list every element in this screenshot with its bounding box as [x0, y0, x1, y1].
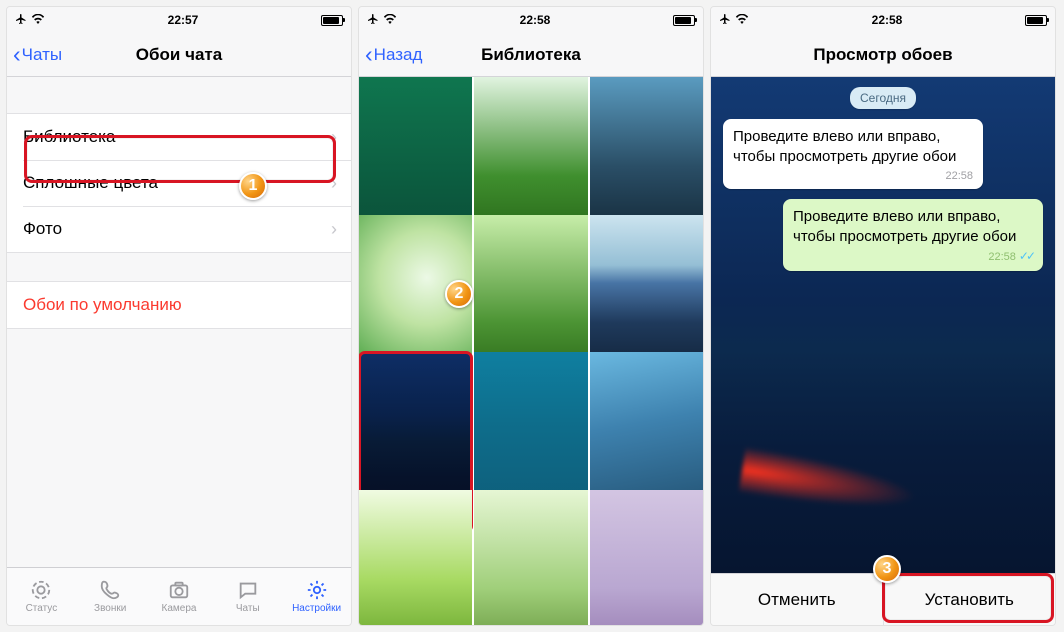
set-button[interactable]: Установить [883, 574, 1056, 625]
wallpaper-thumb[interactable] [474, 490, 587, 626]
message-time: 22:58 [733, 169, 973, 183]
camera-icon [167, 579, 191, 601]
callout-badge-1: 1 [239, 172, 267, 200]
nav-bar: ‹ Чаты Обои чата [7, 33, 351, 77]
battery-icon [1025, 15, 1047, 26]
chevron-right-icon: › [331, 127, 337, 148]
wifi-icon [31, 13, 45, 27]
tab-camera[interactable]: Камера [145, 568, 214, 625]
gear-icon [305, 579, 329, 601]
back-label: Чаты [22, 45, 62, 65]
chevron-right-icon: › [331, 219, 337, 240]
tab-label: Чаты [236, 603, 260, 614]
read-ticks-icon: ✓✓ [1019, 249, 1033, 263]
status-time: 22:57 [168, 13, 199, 27]
reset-default-wallpaper[interactable]: Обои по умолчанию [7, 282, 351, 328]
chat-preview[interactable]: Сегодня Проведите влево или вправо, чтоб… [711, 77, 1055, 573]
reset-label: Обои по умолчанию [23, 295, 182, 315]
wallpaper-thumb[interactable] [359, 490, 472, 626]
battery-icon [321, 15, 343, 26]
airplane-icon [719, 13, 731, 28]
tab-bar: Статус Звонки Камера Чаты Настройки [7, 567, 351, 625]
tab-chats[interactable]: Чаты [213, 568, 282, 625]
tab-label: Статус [26, 603, 58, 614]
tab-settings[interactable]: Настройки [282, 568, 351, 625]
wifi-icon [383, 13, 397, 27]
chat-icon [236, 579, 260, 601]
cancel-button[interactable]: Отменить [711, 574, 883, 625]
screen-wallpaper-library: 22:58 ‹ Назад Библиотека 2 [358, 6, 704, 626]
nav-bar: Просмотр обоев [711, 33, 1055, 77]
message-text: Проведите влево или вправо, чтобы просмо… [793, 207, 1033, 246]
chevron-right-icon: › [331, 173, 337, 194]
battery-icon [673, 15, 695, 26]
chevron-left-icon: ‹ [365, 43, 373, 66]
wallpaper-grid[interactable] [359, 77, 703, 625]
incoming-message: Проведите влево или вправо, чтобы просмо… [723, 119, 983, 189]
menu-photos[interactable]: Фото › [7, 206, 351, 252]
page-title: Библиотека [481, 45, 581, 65]
callout-badge-2: 2 [445, 280, 473, 308]
date-pill: Сегодня [850, 87, 916, 109]
tab-label: Настройки [292, 603, 341, 614]
phone-icon [98, 579, 122, 601]
screen-wallpaper-settings: 22:57 ‹ Чаты Обои чата Библиотека › Спло… [6, 6, 352, 626]
tab-label: Звонки [94, 603, 126, 614]
status-bar: 22:58 [711, 7, 1055, 33]
chevron-left-icon: ‹ [13, 43, 21, 66]
tab-label: Камера [162, 603, 197, 614]
screen-wallpaper-preview: 22:58 Просмотр обоев Сегодня Проведите в… [710, 6, 1056, 626]
menu-photos-label: Фото [23, 219, 62, 239]
menu-solid-colors[interactable]: Сплошные цвета › [7, 160, 351, 206]
wallpaper-thumb[interactable] [590, 490, 703, 626]
menu-library[interactable]: Библиотека › [7, 114, 351, 160]
wallpaper-source-list: Библиотека › Сплошные цвета › Фото › [7, 113, 351, 253]
back-label: Назад [374, 45, 423, 65]
back-button[interactable]: ‹ Чаты [13, 43, 62, 66]
menu-solid-label: Сплошные цвета [23, 173, 158, 193]
message-time: 22:58✓✓ [793, 249, 1033, 265]
page-title: Просмотр обоев [813, 45, 952, 65]
wifi-icon [735, 13, 749, 27]
status-time: 22:58 [520, 13, 551, 27]
status-icon [29, 579, 53, 601]
status-bar: 22:57 [7, 7, 351, 33]
page-title: Обои чата [136, 45, 222, 65]
airplane-icon [15, 13, 27, 28]
back-button[interactable]: ‹ Назад [365, 43, 422, 66]
menu-library-label: Библиотека [23, 127, 115, 147]
reset-section: Обои по умолчанию [7, 281, 351, 329]
tab-status[interactable]: Статус [7, 568, 76, 625]
message-text: Проведите влево или вправо, чтобы просмо… [733, 127, 973, 166]
airplane-icon [367, 13, 379, 28]
tab-calls[interactable]: Звонки [76, 568, 145, 625]
callout-badge-3: 3 [873, 555, 901, 583]
nav-bar: ‹ Назад Библиотека [359, 33, 703, 77]
outgoing-message: Проведите влево или вправо, чтобы просмо… [783, 199, 1043, 271]
status-time: 22:58 [872, 13, 903, 27]
status-bar: 22:58 [359, 7, 703, 33]
